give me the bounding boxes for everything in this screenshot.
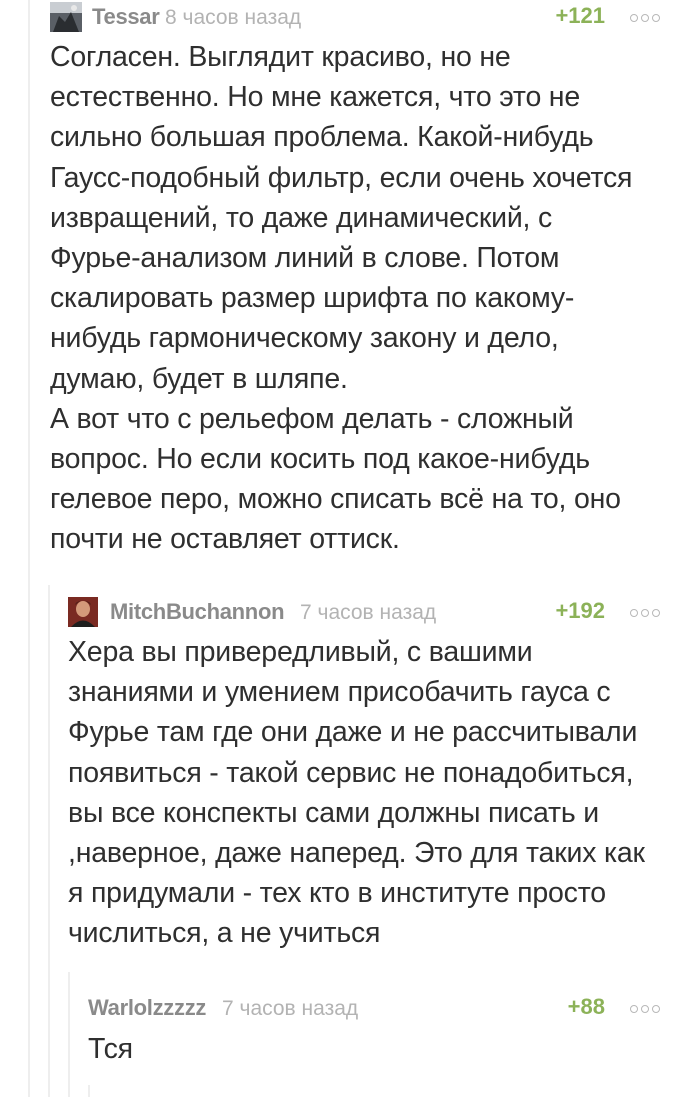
more-options-icon[interactable]: [630, 14, 660, 22]
thread-line-level-2[interactable]: [48, 585, 50, 1097]
comment: Tessar 8 часов назад +121 Согласен. Выгл…: [50, 2, 660, 560]
username[interactable]: MitchBuchannon: [110, 599, 285, 625]
thread-line-level-1[interactable]: [28, 0, 30, 1097]
comment-reply: MitchBuchannon 7 часов назад +192 Хера в…: [68, 597, 660, 954]
comment-text: Хера вы привередливый, с вашими знаниями…: [68, 636, 645, 950]
comment-rating: +192: [555, 598, 605, 623]
more-options-icon[interactable]: [630, 609, 660, 617]
avatar[interactable]: [50, 2, 82, 32]
thread-line-level-3[interactable]: [68, 972, 70, 1097]
comment-header: MitchBuchannon 7 часов назад +192: [68, 597, 660, 629]
username[interactable]: Tessar: [92, 4, 160, 30]
avatar[interactable]: [68, 597, 98, 627]
comment-reply: Warlolzzzzz 7 часов назад +88 Тся: [88, 993, 660, 1069]
comment-header: Tessar 8 часов назад +121: [50, 2, 660, 34]
comment-text: Тся: [88, 1033, 133, 1065]
comment-time[interactable]: 7 часов назад: [222, 997, 358, 1021]
comment-rating: +88: [567, 994, 605, 1019]
thread-line-level-4[interactable]: [88, 1085, 90, 1097]
comment-time[interactable]: 8 часов назад: [165, 6, 301, 30]
comment-time[interactable]: 7 часов назад: [300, 601, 436, 625]
comment-text: Согласен. Выглядит красиво, но не естест…: [50, 41, 633, 556]
comment-header: Warlolzzzzz 7 часов назад +88: [88, 993, 660, 1025]
more-options-icon[interactable]: [630, 1005, 660, 1013]
comment-rating: +121: [555, 3, 605, 28]
username[interactable]: Warlolzzzzz: [88, 995, 206, 1021]
